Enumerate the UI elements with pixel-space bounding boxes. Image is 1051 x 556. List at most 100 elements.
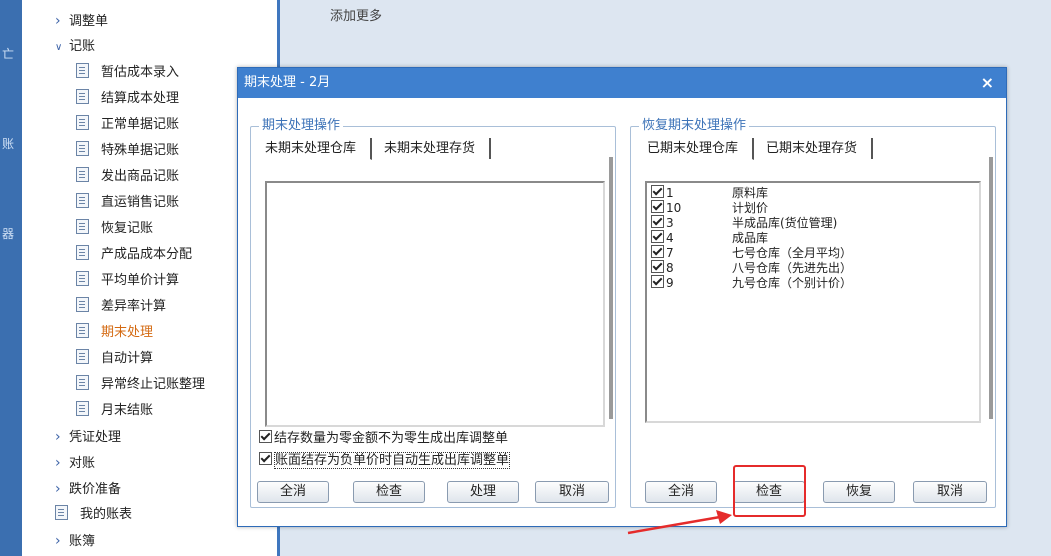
chevron-right-icon[interactable]: › xyxy=(55,453,69,473)
warehouse-name: 成品库 xyxy=(732,231,769,245)
tree-item[interactable]: 产成品成本分配 xyxy=(76,245,192,265)
strip-glyph: 器 xyxy=(1,227,14,241)
tree-item-label: 调整单 xyxy=(69,14,109,29)
tree-item-label: 自动计算 xyxy=(101,351,154,366)
tree-item[interactable]: 自动计算 xyxy=(76,349,153,369)
cancel-button[interactable]: 取消 xyxy=(913,481,987,503)
tree-item[interactable]: 发出商品记账 xyxy=(76,167,179,187)
tree-item-label: 暂估成本录入 xyxy=(101,65,180,80)
group-label: 期末处理操作 xyxy=(259,118,344,134)
check-button[interactable]: 检查 xyxy=(353,481,425,503)
warehouse-name: 原料库 xyxy=(732,186,769,200)
document-icon xyxy=(76,193,89,208)
tree-item[interactable]: 恢复记账 xyxy=(76,219,153,239)
restore-ops-group: 恢复期末处理操作 已期末处理仓库 已期末处理存货 1 原料库 10 计划价 3 半成品库(货… xyxy=(630,118,996,508)
tree-item[interactable]: ∨ 记账 xyxy=(55,37,95,57)
list-item[interactable]: 1 原料库 xyxy=(651,185,979,200)
document-icon xyxy=(76,245,89,260)
document-icon xyxy=(76,63,89,78)
list-item[interactable]: 9 九号仓库（个别计价） xyxy=(651,275,979,290)
option-negative-price[interactable]: 账面结存为负单价时自动生成出库调整单 xyxy=(259,452,511,470)
document-icon xyxy=(76,375,89,390)
tree-item[interactable]: 期末处理 xyxy=(76,323,153,343)
checkbox[interactable] xyxy=(259,452,272,465)
tree-item-label: 正常单据记账 xyxy=(101,117,180,132)
tree-item[interactable]: 平均单价计算 xyxy=(76,271,179,291)
checkbox[interactable] xyxy=(651,200,664,213)
unprocessed-warehouse-list[interactable] xyxy=(265,181,605,427)
tab-processed-stock[interactable]: 已期末处理存货 xyxy=(758,138,874,159)
document-icon xyxy=(76,141,89,156)
clear-all-button[interactable]: 全消 xyxy=(257,481,329,503)
processed-warehouse-list[interactable]: 1 原料库 10 计划价 3 半成品库(货位管理) 4 成品库 7 七号仓库（全月平均） 8 八号仓库… xyxy=(645,181,981,423)
left-tabs: 未期末处理仓库 未期末处理存货 xyxy=(257,138,495,160)
tree-item[interactable]: › 调整单 xyxy=(55,11,108,31)
tree-item-label: 平均单价计算 xyxy=(101,273,180,288)
tree-item[interactable]: › 凭证处理 xyxy=(55,427,121,447)
tab-processed-warehouse[interactable]: 已期末处理仓库 xyxy=(639,138,755,160)
warehouse-name: 七号仓库（全月平均） xyxy=(732,246,853,260)
document-icon xyxy=(76,323,89,338)
tree-item[interactable]: 正常单据记账 xyxy=(76,115,179,135)
checkbox[interactable] xyxy=(259,430,272,443)
list-item[interactable]: 4 成品库 xyxy=(651,230,979,245)
tree-item[interactable]: 特殊单据记账 xyxy=(76,141,179,161)
checkbox[interactable] xyxy=(651,260,664,273)
tree-item[interactable]: 直运销售记账 xyxy=(76,193,179,213)
tree-item-label: 直运销售记账 xyxy=(101,195,180,210)
tab-unprocessed-warehouse[interactable]: 未期末处理仓库 xyxy=(257,138,373,160)
checkbox[interactable] xyxy=(651,275,664,288)
checkbox[interactable] xyxy=(651,245,664,258)
tree-item[interactable]: › 跌价准备 xyxy=(55,479,121,499)
tree-item[interactable]: › 对账 xyxy=(55,453,95,473)
list-item[interactable]: 7 七号仓库（全月平均） xyxy=(651,245,979,260)
list-item[interactable]: 3 半成品库(货位管理) xyxy=(651,215,979,230)
process-button[interactable]: 处理 xyxy=(447,481,519,503)
warehouse-code: 9 xyxy=(666,276,674,290)
document-icon xyxy=(55,505,68,520)
list-item[interactable]: 8 八号仓库（先进先出） xyxy=(651,260,979,275)
document-icon xyxy=(76,349,89,364)
warehouse-name: 九号仓库（个别计价） xyxy=(732,276,853,290)
tree-item-label: 跌价准备 xyxy=(69,482,122,497)
tree-item-label: 差异率计算 xyxy=(101,299,167,314)
document-icon xyxy=(76,167,89,182)
warehouse-code: 8 xyxy=(666,261,674,275)
tree-item-label: 月末结账 xyxy=(101,403,154,418)
chevron-right-icon[interactable]: › xyxy=(55,479,69,499)
chevron-right-icon[interactable]: › xyxy=(55,531,69,551)
warehouse-code: 10 xyxy=(666,201,682,215)
option-zero-qty[interactable]: 结存数量为零金额不为零生成出库调整单 xyxy=(259,430,508,448)
checkbox[interactable] xyxy=(651,185,664,198)
warehouse-name: 八号仓库（先进先出） xyxy=(732,261,853,275)
tab-unprocessed-stock[interactable]: 未期末处理存货 xyxy=(376,138,492,159)
left-nav-strip: 亡 账 器 xyxy=(0,0,22,556)
checkbox[interactable] xyxy=(651,215,664,228)
list-item[interactable]: 10 计划价 xyxy=(651,200,979,215)
tree-item-label: 异常终止记账整理 xyxy=(101,377,206,392)
warehouse-code: 7 xyxy=(666,246,674,260)
add-more-link[interactable]: 添加更多 xyxy=(330,5,382,24)
tree-item[interactable]: 结算成本处理 xyxy=(76,89,179,109)
chevron-right-icon[interactable]: › xyxy=(55,11,69,31)
tree-item[interactable]: 月末结账 xyxy=(76,401,153,421)
dialog-title: 期末处理 - 2月 xyxy=(244,75,331,90)
group-border-right xyxy=(989,157,993,419)
tree-item[interactable]: 暂估成本录入 xyxy=(76,63,179,83)
group-label: 恢复期末处理操作 xyxy=(639,118,750,134)
chevron-down-icon[interactable]: ∨ xyxy=(55,38,69,58)
tree-item[interactable]: 差异率计算 xyxy=(76,297,166,317)
cancel-button[interactable]: 取消 xyxy=(535,481,609,503)
document-icon xyxy=(76,89,89,104)
restore-button[interactable]: 恢复 xyxy=(823,481,895,503)
tree-item[interactable]: 异常终止记账整理 xyxy=(76,375,205,395)
tree-item[interactable]: 我的账表 xyxy=(55,505,132,525)
tree-item[interactable]: › 账簿 xyxy=(55,531,95,551)
chevron-right-icon[interactable]: › xyxy=(55,427,69,447)
group-border-right xyxy=(609,157,613,419)
tree-item-label: 特殊单据记账 xyxy=(101,143,180,158)
tree-item-label: 恢复记账 xyxy=(101,221,154,236)
clear-all-button[interactable]: 全消 xyxy=(645,481,717,503)
close-icon[interactable]: × xyxy=(981,68,994,98)
checkbox[interactable] xyxy=(651,230,664,243)
